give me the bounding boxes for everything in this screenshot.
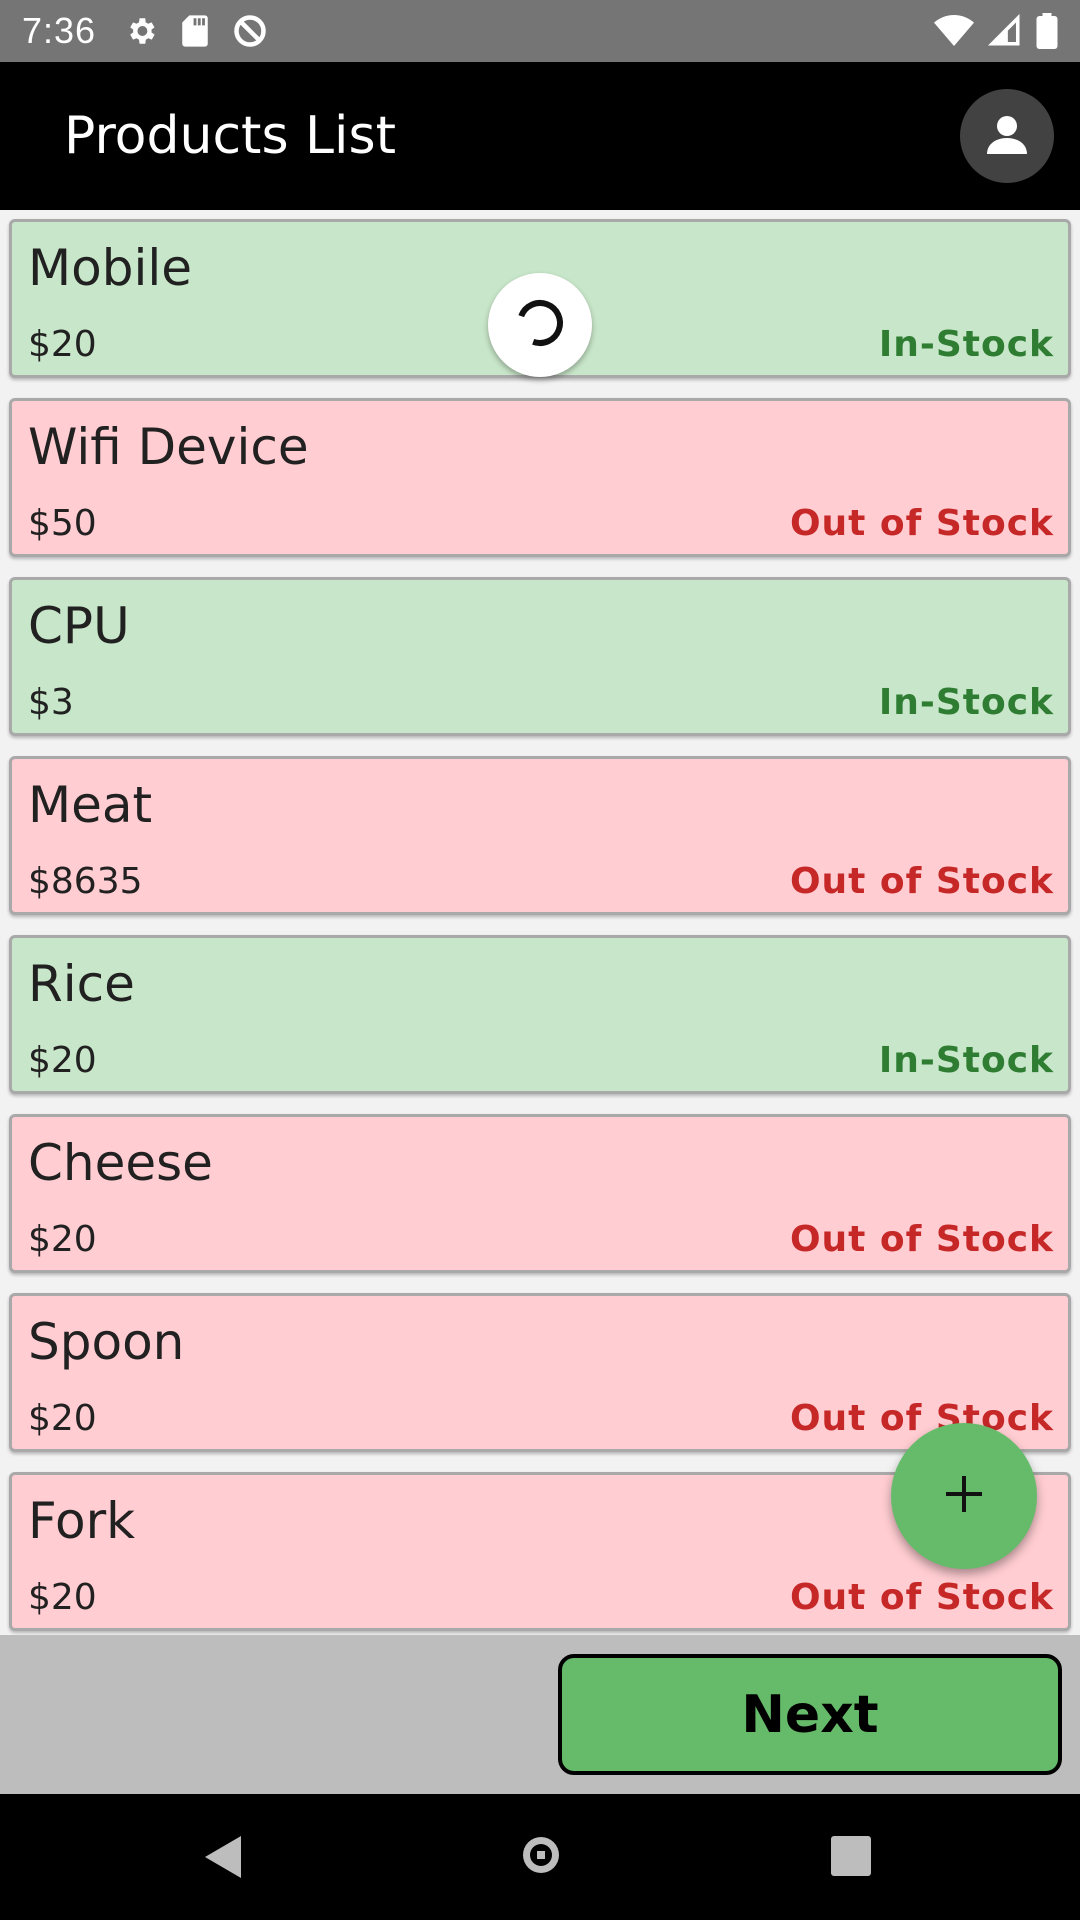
wifi-icon (934, 14, 974, 48)
product-price: $20 (28, 1398, 97, 1439)
product-name: Rice (28, 955, 135, 1013)
product-card[interactable]: Cheese $20 Out of Stock (9, 1114, 1071, 1273)
account-icon (983, 110, 1031, 163)
product-card[interactable]: Wifi Device $50 Out of Stock (9, 398, 1071, 557)
product-name: Wifi Device (28, 418, 309, 476)
stock-status: In-Stock (878, 1040, 1054, 1081)
product-card[interactable]: CPU $3 In-Stock (9, 577, 1071, 736)
status-icons-right (934, 13, 1058, 49)
product-card[interactable]: Rice $20 In-Stock (9, 935, 1071, 1094)
page-title: Products List (64, 106, 396, 166)
next-button[interactable]: Next (558, 1654, 1062, 1775)
product-price: $20 (28, 324, 97, 365)
stock-status: In-Stock (878, 324, 1054, 365)
stock-status: In-Stock (878, 682, 1054, 723)
settings-icon (124, 14, 158, 48)
product-name: Meat (28, 776, 153, 834)
loading-spinner-icon (514, 297, 566, 354)
back-icon[interactable] (203, 1834, 243, 1885)
product-name: Cheese (28, 1134, 213, 1192)
product-card[interactable]: Spoon $20 Out of Stock (9, 1293, 1071, 1452)
bottom-bar: Next (0, 1635, 1080, 1794)
product-price: $8635 (28, 861, 143, 902)
plus-icon (942, 1472, 986, 1521)
status-time: 7:36 (22, 10, 97, 51)
stock-status: Out of Stock (789, 1398, 1054, 1439)
battery-icon (1036, 13, 1058, 49)
product-name: Spoon (28, 1313, 185, 1371)
product-price: $20 (28, 1219, 97, 1260)
system-nav-bar (0, 1794, 1080, 1920)
loading-indicator (488, 273, 592, 377)
status-bar: 7:36 (0, 0, 1080, 62)
stock-status: Out of Stock (789, 503, 1054, 544)
product-price: $50 (28, 503, 97, 544)
account-button[interactable] (960, 89, 1054, 183)
product-card[interactable]: Meat $8635 Out of Stock (9, 756, 1071, 915)
home-icon[interactable] (517, 1831, 565, 1884)
stock-status: Out of Stock (789, 1577, 1054, 1618)
status-icons-left (124, 13, 268, 49)
product-name: CPU (28, 597, 130, 655)
product-price: $3 (28, 682, 74, 723)
app-bar: Products List (0, 62, 1080, 210)
product-price: $20 (28, 1040, 97, 1081)
sd-card-icon (180, 14, 210, 48)
recents-icon[interactable] (830, 1835, 872, 1882)
stock-status: Out of Stock (789, 861, 1054, 902)
cellular-signal-icon (988, 14, 1022, 48)
product-price: $20 (28, 1577, 97, 1618)
stock-status: Out of Stock (789, 1219, 1054, 1260)
data-saver-icon (232, 13, 268, 49)
add-product-button[interactable] (891, 1423, 1037, 1569)
product-list[interactable]: Mobile $20 In-Stock Wifi Device $50 Out … (0, 210, 1080, 1635)
